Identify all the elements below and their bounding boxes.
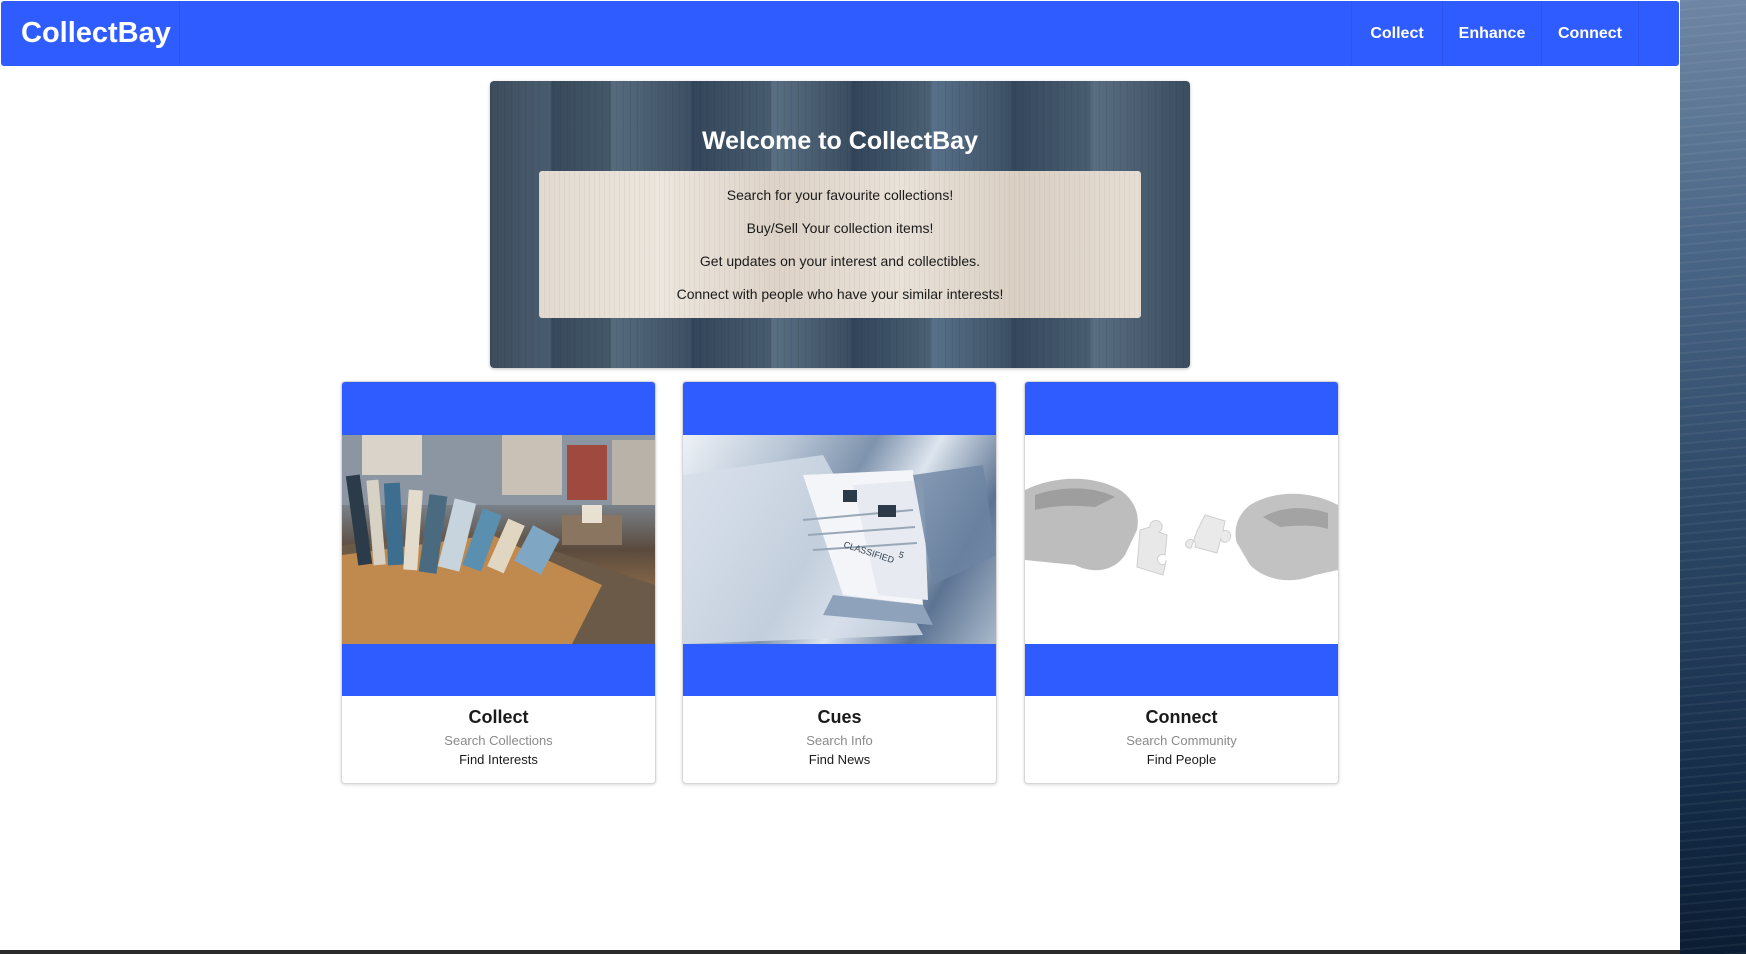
- card-description: Find News: [808, 752, 871, 767]
- card-media: CLASSIFIED 5: [683, 382, 996, 696]
- desktop-background: [1680, 0, 1746, 954]
- nav-item-enhance[interactable]: Enhance: [1442, 1, 1541, 66]
- top-navbar: CollectBay Collect Enhance Connect: [1, 1, 1679, 66]
- window-bottom-edge: [0, 950, 1680, 954]
- browser-page: CollectBay Collect Enhance Connect Welco…: [0, 0, 1680, 954]
- nav-item-connect[interactable]: Connect: [1541, 1, 1639, 66]
- hero-title: Welcome to CollectBay: [701, 127, 978, 155]
- card-title: Connect: [1145, 707, 1218, 727]
- hero-line: Search for your favourite collections!: [726, 186, 954, 203]
- card-subtitle: Search Community: [1126, 733, 1237, 748]
- card-media: [1025, 382, 1338, 696]
- newspapers-photo: CLASSIFIED 5: [683, 435, 996, 644]
- card-subtitle: Search Info: [806, 733, 873, 748]
- card-cues[interactable]: CLASSIFIED 5 Cues Search Info Find News: [682, 381, 997, 784]
- welcome-banner: Welcome to CollectBay Search for your fa…: [490, 81, 1190, 368]
- newspapers-illustration: CLASSIFIED 5: [683, 455, 996, 644]
- card-title: Cues: [817, 707, 862, 727]
- card-collect[interactable]: Collect Search Collections Find Interest…: [341, 381, 656, 784]
- nav-item-collect[interactable]: Collect: [1351, 1, 1442, 66]
- card-title: Collect: [468, 707, 529, 727]
- card-subtitle: Search Collections: [444, 733, 553, 748]
- brand-logo[interactable]: CollectBay: [1, 1, 180, 66]
- puzzle-hands-illustration: [1025, 478, 1338, 581]
- book-bins-photo: [342, 435, 655, 644]
- hero-line: Connect with people who have your simila…: [676, 285, 1004, 302]
- card-media: [342, 382, 655, 696]
- card-connect[interactable]: Connect Search Community Find People: [1024, 381, 1339, 784]
- card-description: Find People: [1146, 752, 1217, 767]
- hero-line: Get updates on your interest and collect…: [699, 252, 981, 269]
- card-description: Find Interests: [459, 752, 538, 767]
- book-bins-illustration: [342, 435, 655, 644]
- hero-features-panel: Search for your favourite collections! B…: [539, 171, 1141, 318]
- hero-line: Buy/Sell Your collection items!: [746, 219, 934, 236]
- puzzle-hands-photo: [1025, 435, 1338, 644]
